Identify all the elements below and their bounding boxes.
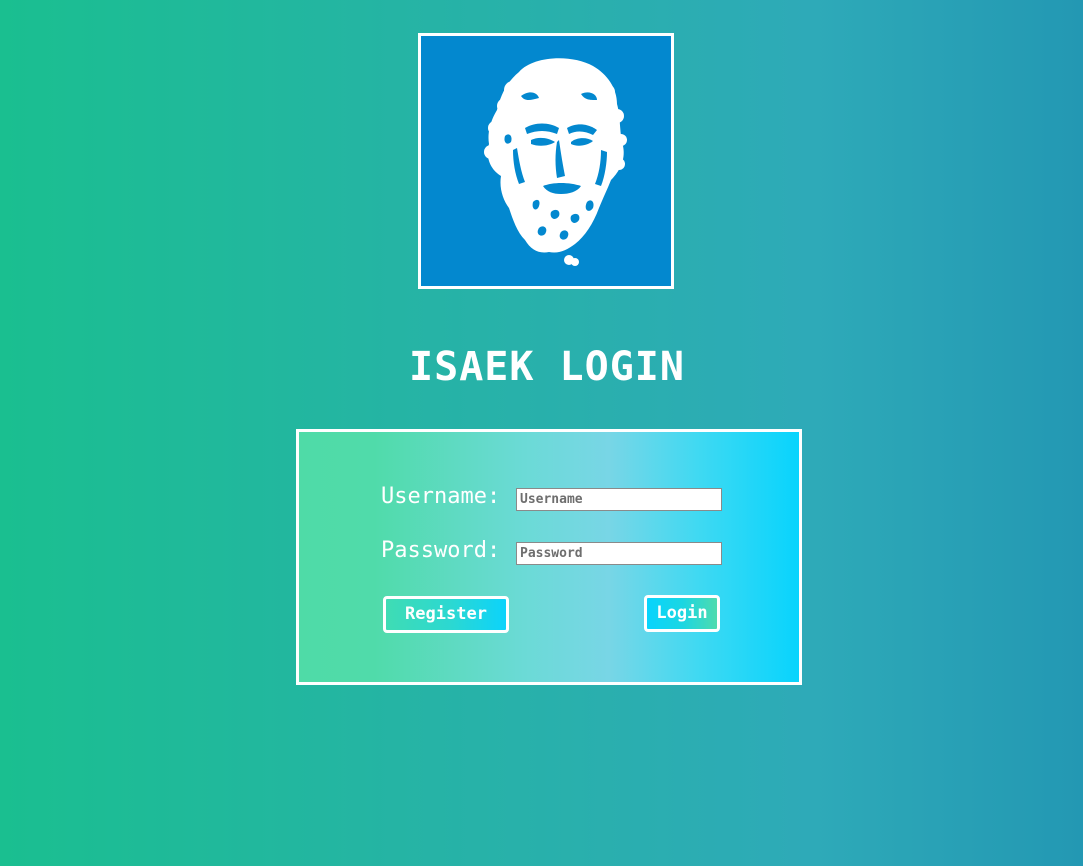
username-label: Username: bbox=[381, 484, 501, 509]
username-input[interactable] bbox=[516, 488, 722, 511]
register-button[interactable]: Register bbox=[383, 596, 509, 633]
login-button[interactable]: Login bbox=[644, 595, 720, 632]
password-input[interactable] bbox=[516, 542, 722, 565]
password-label: Password: bbox=[381, 538, 501, 563]
login-form: Username: Password: Register Login bbox=[296, 429, 802, 685]
site-logo bbox=[418, 33, 674, 289]
page-title: ISAEK LOGIN bbox=[409, 344, 685, 390]
bearded-philosopher-head-icon bbox=[421, 36, 671, 286]
